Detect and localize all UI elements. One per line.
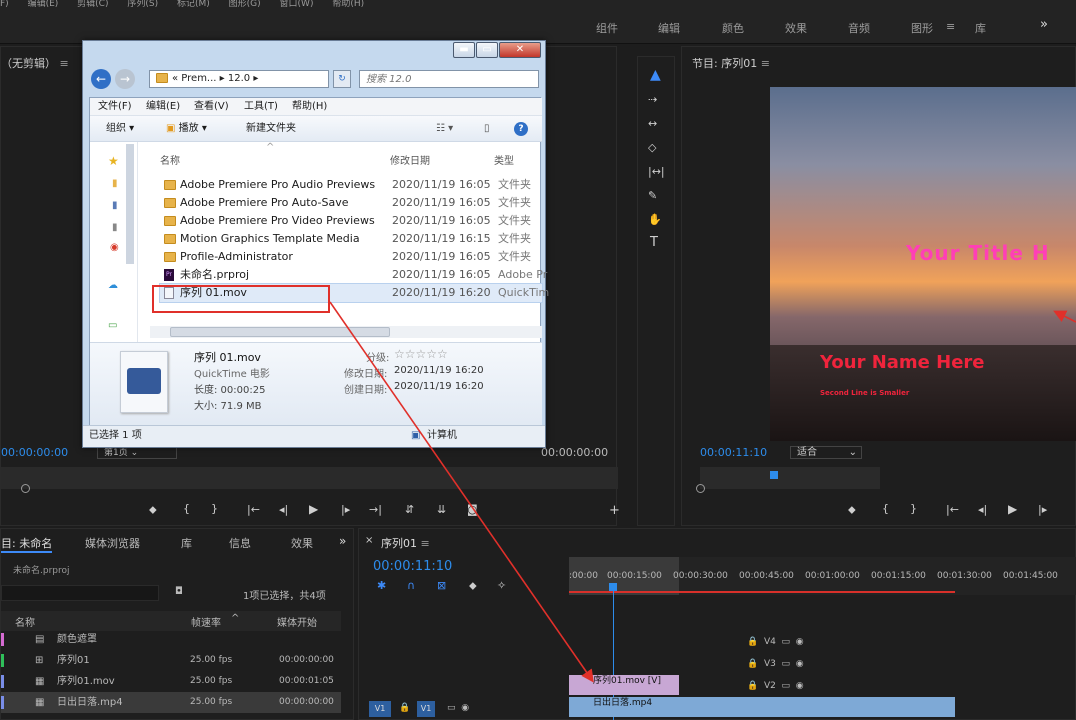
title-arrow [1053,310,1076,323]
annotation-arrows [329,301,1076,683]
drag-arrow [329,301,594,683]
